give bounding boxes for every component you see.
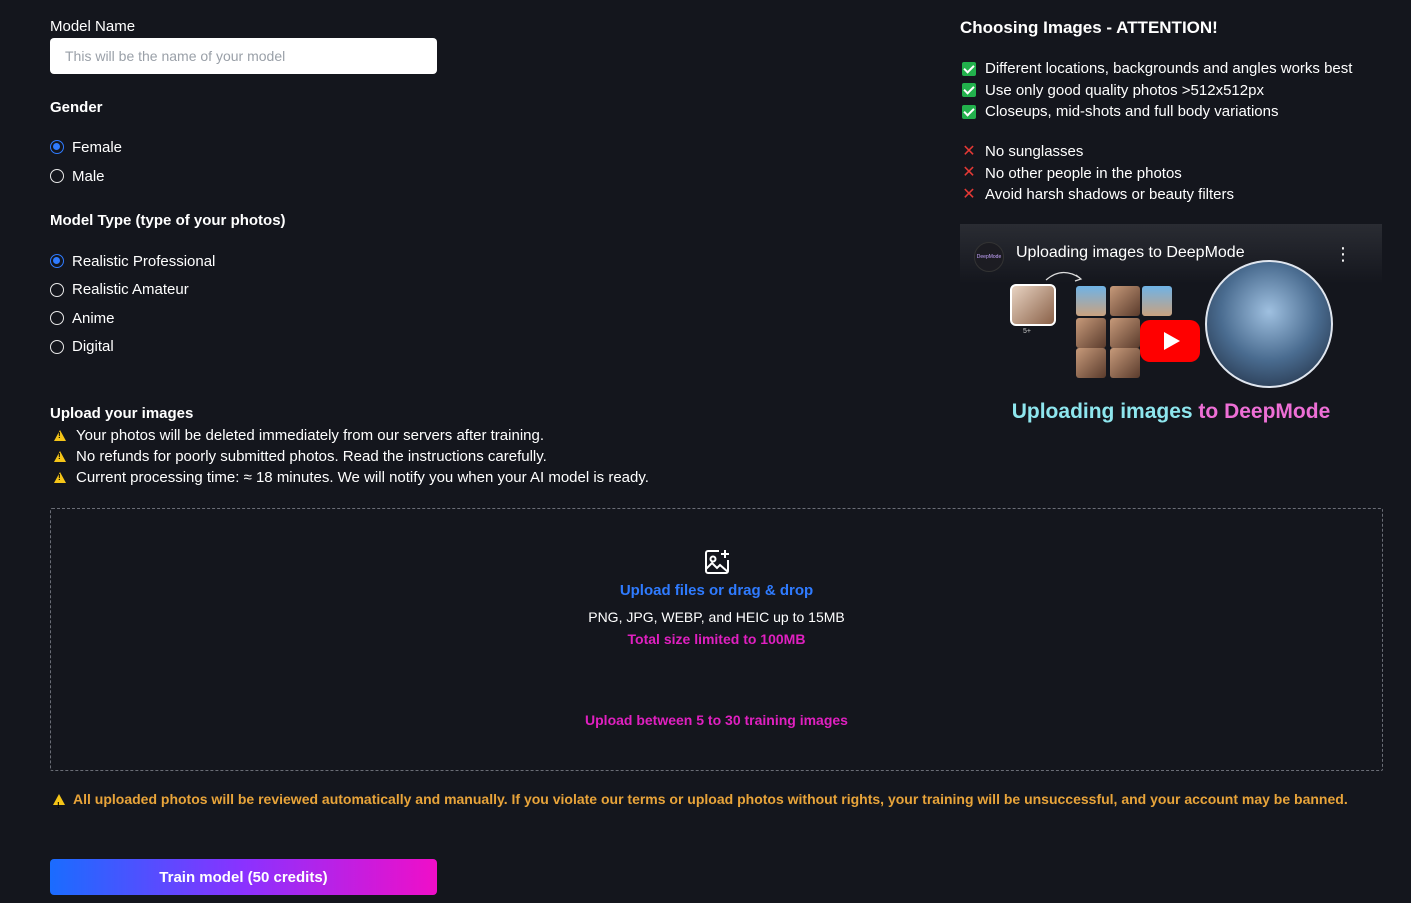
sample-photo-thumbnail	[1110, 348, 1140, 378]
model-type-radio-group: Realistic Professional Realistic Amateur…	[50, 251, 215, 357]
guide-do-item: Use only good quality photos >512x512px	[962, 80, 1352, 102]
warning-line: No refunds for poorly submitted photos. …	[50, 446, 649, 467]
guide-do-text: Different locations, backgrounds and ang…	[985, 60, 1353, 78]
video-caption-part: Uploading images	[1011, 400, 1193, 423]
radio-selected-icon[interactable]	[50, 140, 64, 154]
model-name-input[interactable]	[50, 38, 437, 74]
review-notice-text: All uploaded photos will be reviewed aut…	[73, 791, 1348, 807]
gender-option-male[interactable]: Male	[50, 166, 122, 186]
model-type-option-label: Digital	[72, 338, 114, 355]
train-model-button[interactable]: Train model (50 credits)	[50, 859, 437, 895]
sample-photo-thumbnail	[1110, 286, 1140, 316]
gender-option-female[interactable]: Female	[50, 137, 122, 157]
guide-do-item: Different locations, backgrounds and ang…	[962, 58, 1352, 80]
upload-formats-text: PNG, JPG, WEBP, and HEIC up to 15MB	[588, 609, 845, 625]
thumbnail-count-label: 5+	[1023, 328, 1031, 335]
tutorial-video-embed[interactable]: DeepMode Uploading images to DeepMode ⋮ …	[960, 224, 1382, 444]
model-type-option-digital[interactable]: Digital	[50, 337, 215, 357]
warning-icon	[54, 430, 66, 441]
radio-selected-icon[interactable]	[50, 254, 64, 268]
sample-photo-thumbnail	[1076, 286, 1106, 316]
guide-donts-list: ✕ No sunglasses ✕ No other people in the…	[962, 141, 1234, 206]
guide-dont-item: ✕ No sunglasses	[962, 141, 1234, 163]
warning-text: Current processing time: ≈ 18 minutes. W…	[76, 469, 649, 486]
gender-option-label: Female	[72, 138, 123, 156]
model-name-label: Model Name	[50, 18, 136, 35]
warning-text: Your photos will be deleted immediately …	[76, 427, 545, 444]
image-add-icon	[704, 550, 729, 574]
check-icon	[962, 104, 976, 119]
model-type-option-label: Realistic Amateur	[72, 281, 189, 298]
curved-arrow-icon	[1045, 271, 1083, 282]
warning-text: No refunds for poorly submitted photos. …	[76, 448, 547, 465]
radio-unselected-icon[interactable]	[50, 311, 64, 325]
guide-dont-item: ✕ No other people in the photos	[962, 163, 1234, 185]
upload-dropzone[interactable]: Upload files or drag & drop PNG, JPG, WE…	[50, 508, 1383, 771]
model-type-option-label: Anime	[72, 309, 115, 327]
cross-icon: ✕	[962, 185, 976, 203]
sample-photo-thumbnail	[1010, 284, 1056, 326]
gender-radio-group: Female Male	[50, 137, 122, 186]
guide-dont-text: No sunglasses	[985, 143, 1084, 161]
upload-size-limit-text: Total size limited to 100MB	[627, 631, 806, 647]
radio-unselected-icon[interactable]	[50, 339, 64, 354]
radio-unselected-icon[interactable]	[50, 282, 64, 297]
video-caption: Uploading images to DeepMode	[960, 400, 1382, 424]
ai-avatar-image	[1205, 260, 1333, 388]
warning-line: Current processing time: ≈ 18 minutes. W…	[50, 467, 649, 488]
warning-icon	[54, 451, 66, 462]
sample-photo-thumbnail	[1110, 318, 1140, 348]
upload-files-link[interactable]: Upload files or drag & drop	[51, 582, 1382, 599]
guide-do-text: Use only good quality photos >512x512px	[985, 81, 1264, 99]
video-caption-part: to DeepMode	[1192, 400, 1331, 423]
review-notice: All uploaded photos will be reviewed aut…	[50, 788, 1370, 817]
sample-photo-thumbnail	[1076, 318, 1106, 348]
check-icon	[962, 61, 976, 76]
warning-line: Your photos will be deleted immediately …	[50, 425, 649, 446]
more-options-icon[interactable]: ⋮	[1334, 244, 1352, 265]
upload-count-hint-text: Upload between 5 to 30 training images	[585, 712, 848, 728]
sample-photo-thumbnail	[1142, 286, 1172, 316]
cross-icon: ✕	[962, 164, 976, 182]
radio-unselected-icon[interactable]	[50, 169, 64, 183]
channel-logo[interactable]: DeepMode	[974, 242, 1004, 272]
youtube-play-icon[interactable]	[1140, 320, 1200, 362]
guide-title: Choosing Images - ATTENTION!	[960, 18, 1218, 37]
guide-do-item: Closeups, mid-shots and full body variat…	[962, 101, 1352, 123]
guide-dont-text: Avoid harsh shadows or beauty filters	[985, 186, 1235, 204]
guide-dont-text: No other people in the photos	[985, 164, 1182, 182]
upload-title: Upload your images	[50, 405, 194, 422]
model-type-option-realistic-amateur[interactable]: Realistic Amateur	[50, 280, 215, 300]
warning-icon	[54, 472, 66, 483]
upload-warnings: Your photos will be deleted immediately …	[50, 425, 649, 488]
model-type-option-realistic-professional[interactable]: Realistic Professional	[50, 251, 215, 271]
cross-icon: ✕	[962, 142, 976, 160]
video-title[interactable]: Uploading images to DeepMode	[1016, 244, 1245, 262]
gender-option-label: Male	[72, 167, 105, 185]
model-type-option-anime[interactable]: Anime	[50, 308, 215, 328]
guide-do-text: Closeups, mid-shots and full body variat…	[985, 103, 1279, 121]
guide-dos-list: Different locations, backgrounds and ang…	[962, 58, 1352, 123]
warning-icon	[53, 794, 65, 817]
model-type-option-label: Realistic Professional	[72, 252, 216, 270]
guide-dont-item: ✕ Avoid harsh shadows or beauty filters	[962, 184, 1234, 206]
sample-photo-thumbnail	[1076, 348, 1106, 378]
model-type-title: Model Type (type of your photos)	[50, 212, 286, 229]
check-icon	[962, 83, 976, 98]
gender-title: Gender	[50, 99, 103, 116]
